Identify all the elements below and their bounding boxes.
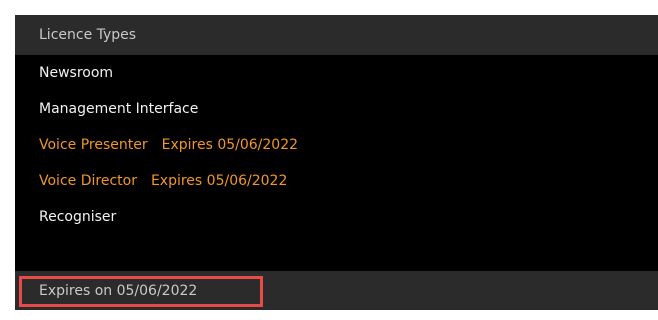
- licence-list: Newsroom Management Interface Voice Pres…: [15, 55, 658, 235]
- licence-name: Newsroom: [39, 65, 114, 81]
- licence-name: Voice Director: [39, 173, 137, 189]
- licence-name: Recogniser: [39, 209, 117, 225]
- licence-expiry: Expires 05/06/2022: [150, 173, 288, 189]
- licence-expiry-footer: Expires on 05/06/2022: [15, 271, 658, 310]
- footer-expiry-text: Expires on 05/06/2022: [39, 282, 198, 299]
- licence-item-management-interface[interactable]: Management Interface: [15, 91, 658, 127]
- licence-item-voice-director[interactable]: Voice Director Expires 05/06/2022: [15, 163, 658, 199]
- licence-types-header: Licence Types: [15, 15, 658, 55]
- licence-name: Management Interface: [39, 101, 199, 117]
- licence-item-newsroom[interactable]: Newsroom: [15, 55, 658, 91]
- licence-name: Voice Presenter: [39, 137, 148, 153]
- licence-panel: Licence Types Newsroom Management Interf…: [15, 15, 658, 310]
- licence-expiry: Expires 05/06/2022: [161, 137, 299, 153]
- licence-types-title: Licence Types: [39, 27, 137, 43]
- licence-item-voice-presenter[interactable]: Voice Presenter Expires 05/06/2022: [15, 127, 658, 163]
- licence-item-recogniser[interactable]: Recogniser: [15, 199, 658, 235]
